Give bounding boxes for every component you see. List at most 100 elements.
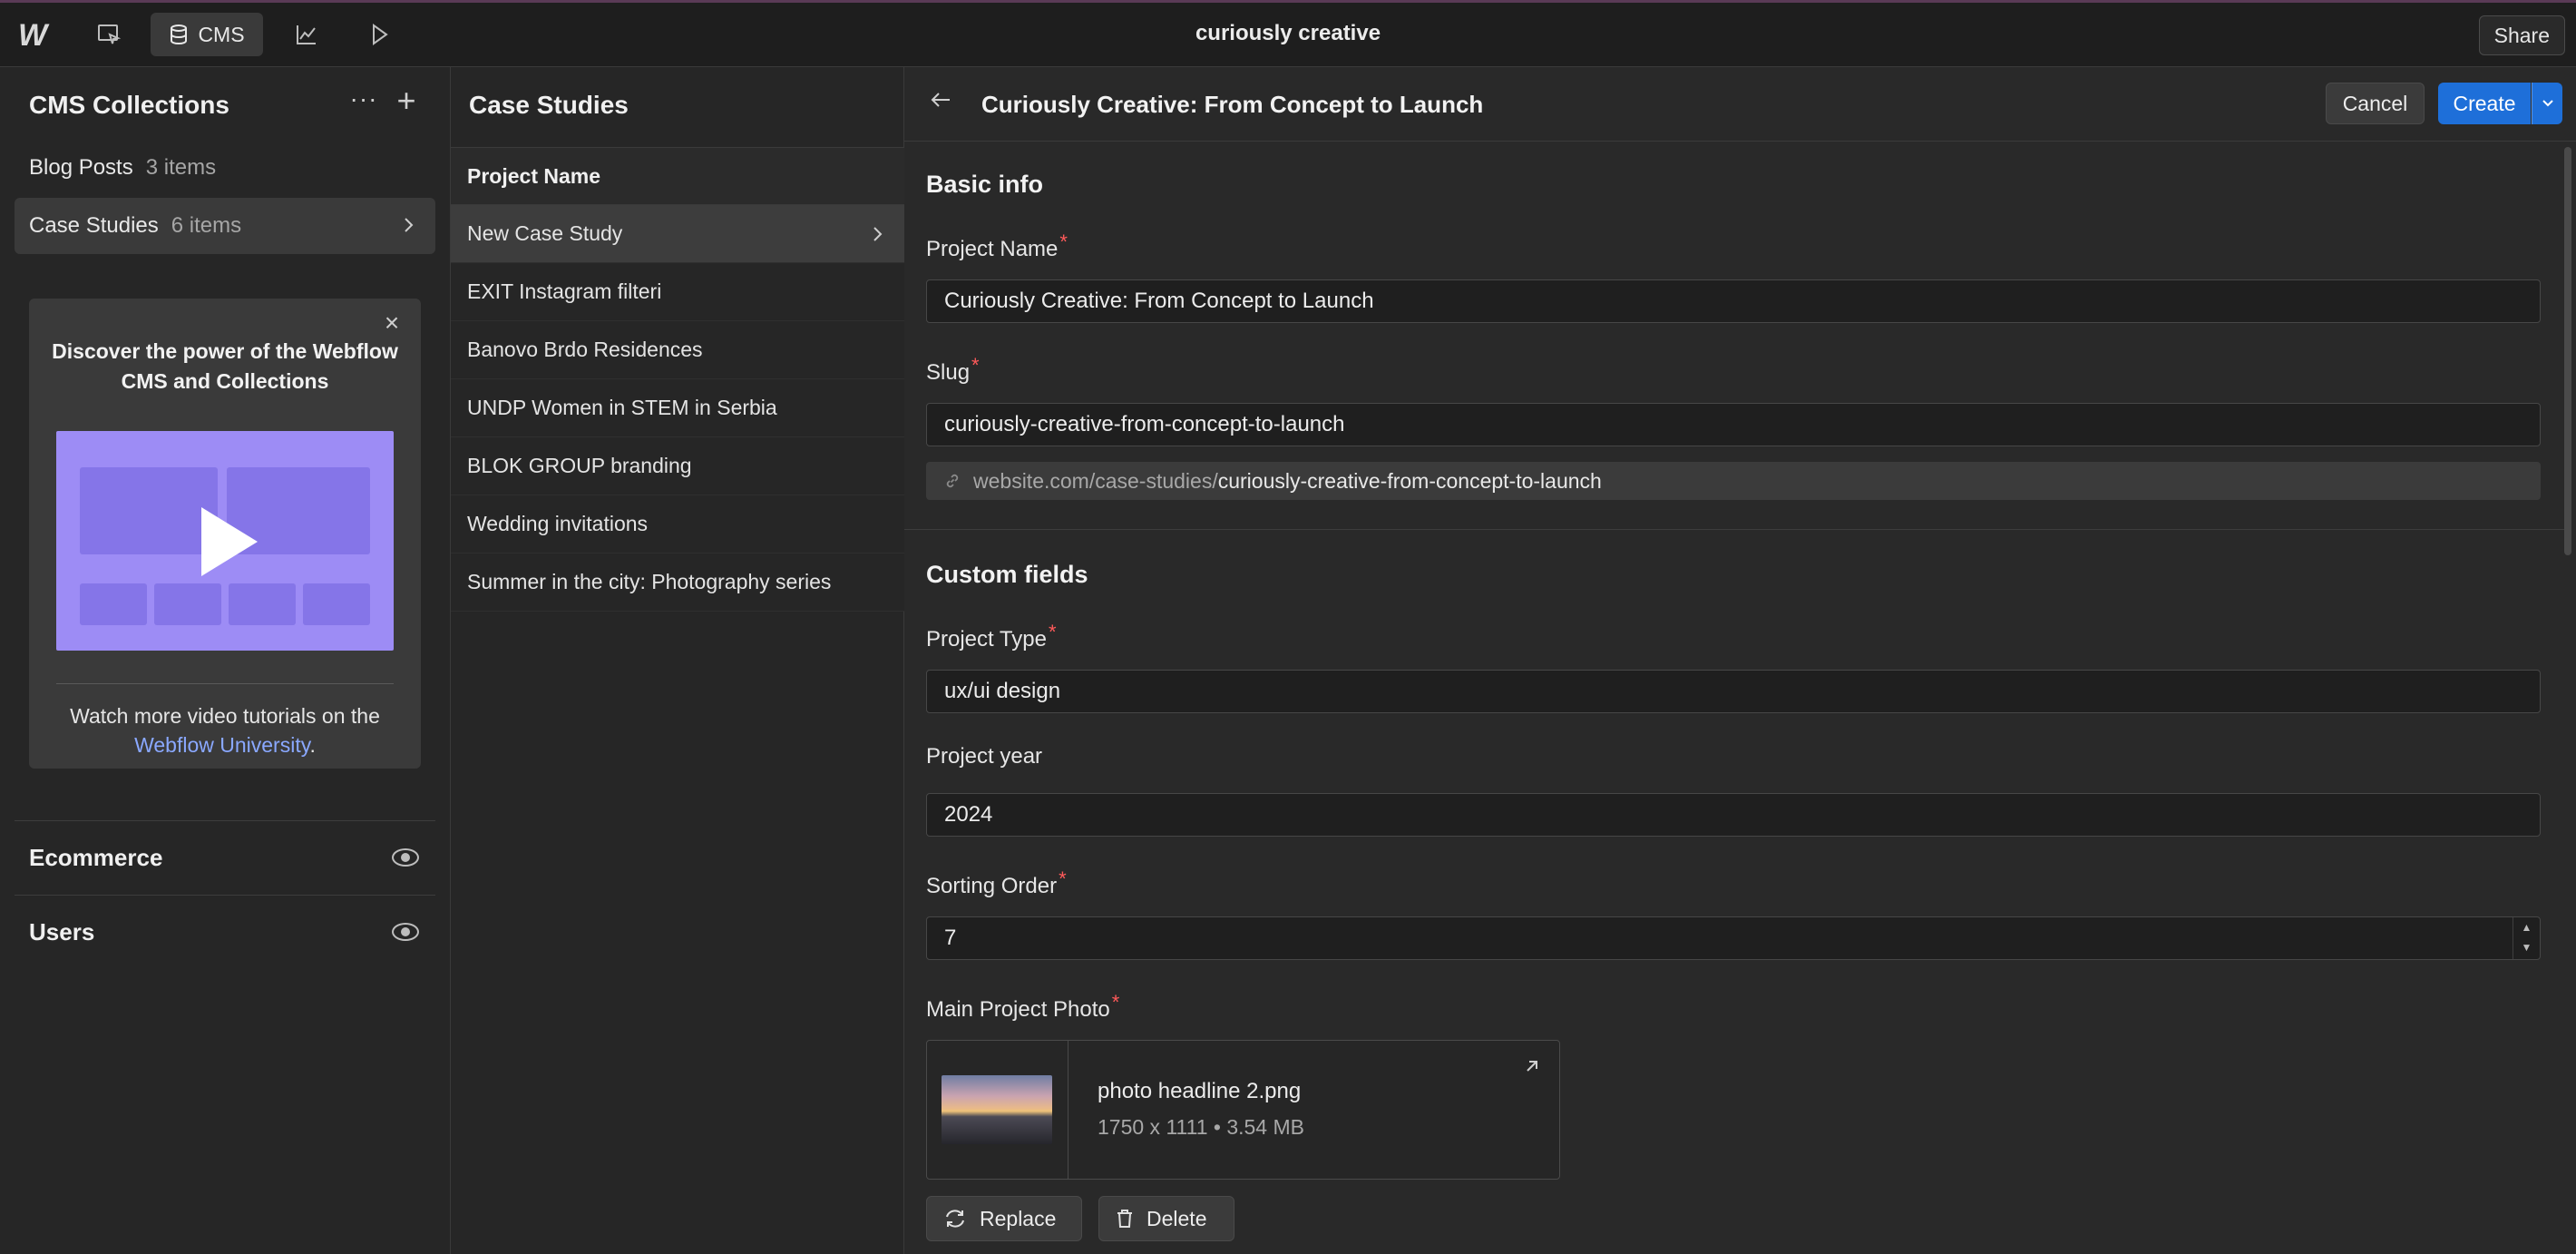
open-external-arrow-icon[interactable] xyxy=(1519,1057,1545,1083)
list-item-label: BLOK GROUP branding xyxy=(467,454,692,477)
field-label-text: Project Name xyxy=(926,237,1059,261)
column-header[interactable]: Project Name xyxy=(451,147,904,205)
required-asterisk: * xyxy=(1059,230,1068,253)
field-label-text: Slug xyxy=(926,360,971,385)
list-item-label: New Case Study xyxy=(467,221,623,245)
analytics-icon[interactable] xyxy=(285,13,328,56)
add-collection-icon[interactable]: + xyxy=(390,84,423,118)
project-type-label: Project Type* xyxy=(926,621,1057,652)
promo-text-period: . xyxy=(309,733,316,757)
visibility-eye-icon[interactable] xyxy=(392,848,419,867)
slug-input[interactable]: curiously-creative-from-concept-to-launc… xyxy=(926,403,2541,446)
replace-button[interactable]: Replace xyxy=(926,1196,1082,1241)
close-icon[interactable]: × xyxy=(379,310,405,337)
collection-count: 3 items xyxy=(145,155,217,180)
more-options-icon[interactable]: ··· xyxy=(348,86,379,118)
webflow-university-link[interactable]: Webflow University xyxy=(134,733,309,757)
project-type-input[interactable]: ux/ui design xyxy=(926,670,2541,713)
promo-title: Discover the power of the Webflow CMS an… xyxy=(52,339,398,393)
designer-mode-icon[interactable] xyxy=(87,13,131,56)
cms-tab-label: CMS xyxy=(198,22,245,46)
cancel-button[interactable]: Cancel xyxy=(2326,83,2425,124)
collection-count: 6 items xyxy=(171,213,242,238)
field-label-text: Main Project Photo xyxy=(926,997,1110,1022)
basic-info-heading: Basic info xyxy=(926,171,1044,198)
slug-label: Slug* xyxy=(926,354,980,386)
image-upload-card[interactable]: photo headline 2.png 1750 x 1111 • 3.54 … xyxy=(926,1040,1560,1180)
sorting-order-label: Sorting Order* xyxy=(926,867,1067,899)
sorting-order-input[interactable]: 7 ▲ ▼ xyxy=(926,916,2541,960)
chevron-right-icon xyxy=(405,218,414,232)
collection-item-case-studies[interactable]: Case Studies 6 items xyxy=(15,198,435,254)
top-bar: W CMS curiously creative Share xyxy=(0,0,2576,67)
list-item[interactable]: Summer in the city: Photography series xyxy=(451,554,904,612)
promo-card: × Discover the power of the Webflow CMS … xyxy=(29,299,421,769)
create-options-chevron-down-icon[interactable] xyxy=(2532,83,2562,124)
list-item[interactable]: BLOK GROUP branding xyxy=(451,437,904,495)
section-ecommerce[interactable]: Ecommerce xyxy=(15,820,435,895)
list-item[interactable]: UNDP Women in STEM in Serbia xyxy=(451,379,904,437)
chevron-right-icon xyxy=(873,227,883,241)
list-item-label: EXIT Instagram filteri xyxy=(467,279,662,303)
database-icon xyxy=(171,24,188,45)
custom-fields-heading: Custom fields xyxy=(926,561,1088,588)
project-name-label: Project Name* xyxy=(926,230,1068,262)
list-item[interactable]: Banovo Brdo Residences xyxy=(451,321,904,379)
chevron-down-icon[interactable]: ▼ xyxy=(2513,937,2540,957)
image-thumbnail-frame xyxy=(927,1041,1068,1179)
video-preview-card xyxy=(229,583,296,625)
video-preview-card xyxy=(80,583,147,625)
share-button[interactable]: Share xyxy=(2478,15,2565,55)
collection-item-blog-posts[interactable]: Blog Posts 3 items xyxy=(15,140,435,196)
item-title: Curiously Creative: From Concept to Laun… xyxy=(981,91,1484,118)
list-item[interactable]: EXIT Instagram filteri xyxy=(451,263,904,321)
collection-name: Case Studies xyxy=(29,213,159,238)
slug-url-preview: website.com/case-studies/curiously-creat… xyxy=(926,462,2541,500)
image-file-name: photo headline 2.png xyxy=(1098,1079,1302,1103)
collection-items-panel: Case Studies Project Name New Case Study… xyxy=(451,67,904,1254)
project-name-input[interactable]: Curiously Creative: From Concept to Laun… xyxy=(926,279,2541,323)
scrollbar[interactable] xyxy=(2564,147,2571,555)
list-item-label: Summer in the city: Photography series xyxy=(467,570,832,593)
delete-label: Delete xyxy=(1147,1206,1207,1230)
trash-icon xyxy=(1117,1210,1132,1228)
list-item-label: UNDP Women in STEM in Serbia xyxy=(467,396,777,419)
cms-tab[interactable]: CMS xyxy=(151,13,263,56)
slug-url-value: curiously-creative-from-concept-to-launc… xyxy=(1217,468,1602,493)
create-button[interactable]: Create xyxy=(2438,83,2531,124)
promo-text: Watch more video tutorials on the Webflo… xyxy=(47,701,403,759)
video-preview-card xyxy=(154,583,221,625)
required-asterisk: * xyxy=(1111,991,1120,1014)
slug-url-prefix: website.com/case-studies/ xyxy=(973,468,1218,493)
image-thumbnail xyxy=(942,1075,1052,1144)
tutorial-video-thumbnail[interactable] xyxy=(56,431,394,651)
list-item-label: Banovo Brdo Residences xyxy=(467,338,703,361)
refresh-icon xyxy=(946,1210,964,1228)
section-label: Ecommerce xyxy=(29,844,163,871)
section-users[interactable]: Users xyxy=(15,895,435,969)
webflow-logo[interactable]: W xyxy=(13,18,53,53)
list-item-label: Wedding invitations xyxy=(467,512,649,535)
required-asterisk: * xyxy=(1059,867,1067,890)
panel-title: CMS Collections xyxy=(29,91,229,119)
sorting-order-value: 7 xyxy=(944,926,957,950)
list-item[interactable]: Wedding invitations xyxy=(451,495,904,554)
item-editor-panel: Curiously Creative: From Concept to Laun… xyxy=(904,67,2576,1254)
back-arrow-icon[interactable] xyxy=(928,87,959,118)
image-file-meta: 1750 x 1111 • 3.54 MB xyxy=(1098,1115,1304,1139)
number-stepper[interactable]: ▲ ▼ xyxy=(2513,917,2540,959)
replace-label: Replace xyxy=(980,1206,1057,1230)
play-icon[interactable] xyxy=(201,507,258,576)
field-label-text: Project Type xyxy=(926,627,1047,651)
main-photo-label: Main Project Photo* xyxy=(926,991,1119,1023)
visibility-eye-icon[interactable] xyxy=(392,923,419,941)
preview-play-icon[interactable] xyxy=(357,13,401,56)
delete-button[interactable]: Delete xyxy=(1098,1196,1234,1241)
field-label-text: Sorting Order xyxy=(926,874,1058,898)
chevron-up-icon[interactable]: ▲ xyxy=(2513,917,2540,937)
list-item-selected[interactable]: New Case Study xyxy=(451,205,904,263)
link-icon xyxy=(946,474,959,488)
promo-text-body: Watch more video tutorials on the xyxy=(70,704,380,728)
project-year-input[interactable]: 2024 xyxy=(926,793,2541,837)
section-label: Users xyxy=(29,918,95,945)
